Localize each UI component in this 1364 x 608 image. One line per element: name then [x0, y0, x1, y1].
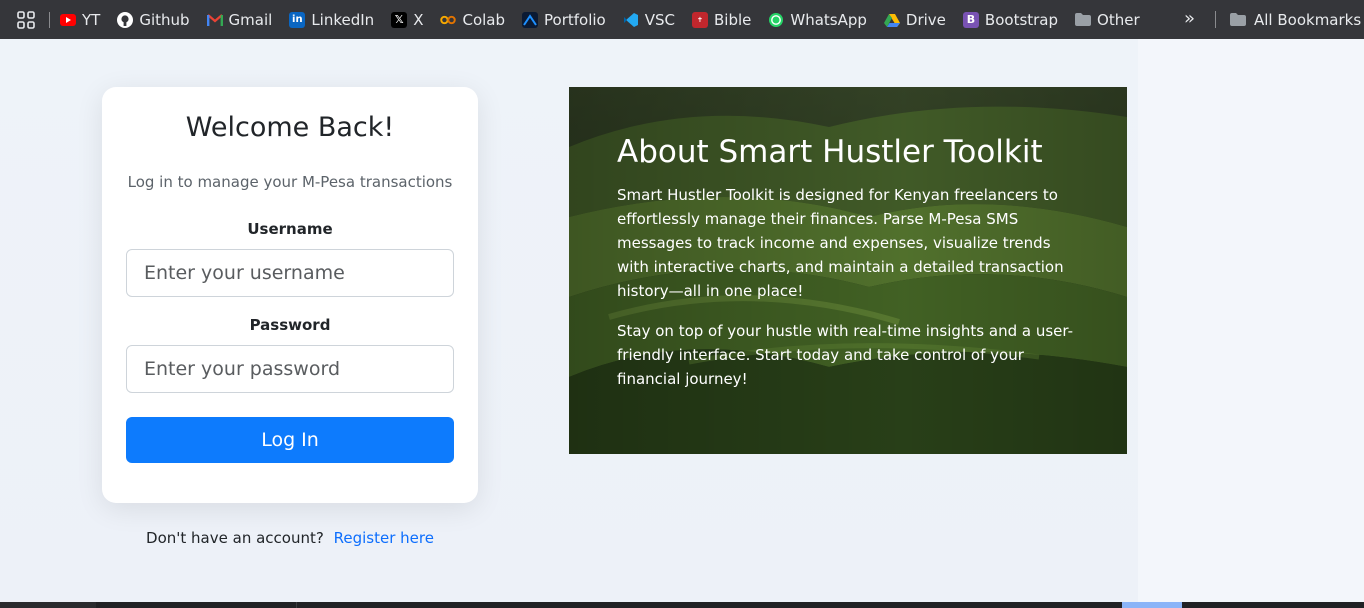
taskbar-segment: [0, 602, 96, 608]
password-label: Password: [249, 316, 331, 334]
login-button[interactable]: Log In: [126, 417, 454, 463]
about-paragraph-1: Smart Hustler Toolkit is designed for Ke…: [617, 185, 1064, 300]
bookmark-label: X: [413, 10, 424, 29]
taskbar-active-indicator: [1122, 602, 1182, 608]
register-row: Don't have an account? Register here: [102, 529, 478, 547]
page-content: Welcome Back! Log in to manage your M-Pe…: [0, 39, 1364, 602]
bookmark-label: Other: [1097, 10, 1140, 29]
folder-icon: [1230, 12, 1246, 28]
bookmark-other-folder[interactable]: Other: [1075, 11, 1140, 29]
login-subtitle: Log in to manage your M-Pesa transaction…: [127, 173, 453, 191]
bookmarks-divider: [1215, 11, 1216, 28]
all-bookmarks-label: All Bookmarks: [1254, 10, 1362, 29]
bookmark-bootstrap[interactable]: B Bootstrap: [962, 10, 1059, 29]
register-link[interactable]: Register here: [334, 529, 434, 547]
bookmark-label: LinkedIn: [311, 10, 375, 29]
bookmark-portfolio[interactable]: Portfolio: [522, 11, 606, 29]
bookmark-linkedin[interactable]: in LinkedIn: [289, 11, 374, 29]
register-prompt: Don't have an account?: [146, 529, 324, 547]
bookmark-drive[interactable]: Drive: [883, 10, 946, 29]
whatsapp-icon: [768, 12, 784, 28]
username-label: Username: [247, 220, 333, 238]
bookmark-label: Bootstrap: [984, 10, 1059, 29]
bookmark-label: YT: [82, 10, 101, 29]
taskbar-segment: [296, 602, 297, 608]
bookmark-bible[interactable]: ✝ Bible: [692, 11, 751, 29]
bookmark-label: Colab: [462, 10, 506, 29]
bookmark-gmail[interactable]: Gmail: [206, 10, 273, 29]
about-paragraph-2: Stay on top of your hustle with real-tim…: [617, 321, 1073, 388]
bookmark-yt[interactable]: YT: [60, 11, 100, 29]
bookmark-label: Gmail: [228, 10, 273, 29]
about-panel: About Smart Hustler Toolkit Smart Hustle…: [569, 87, 1127, 454]
portfolio-icon: [522, 11, 539, 28]
bookmark-label: Bible: [714, 10, 752, 29]
youtube-icon: [60, 12, 76, 28]
about-content: About Smart Hustler Toolkit Smart Hustle…: [617, 134, 1087, 407]
bible-icon: ✝: [692, 11, 708, 28]
bookmark-whatsapp[interactable]: WhatsApp: [768, 11, 867, 29]
gmail-icon: [206, 12, 223, 28]
folder-icon: [1075, 12, 1092, 28]
bookmark-label: Portfolio: [544, 10, 606, 29]
apps-grid-icon[interactable]: [15, 9, 37, 31]
bookmark-github[interactable]: Github: [117, 10, 190, 29]
username-input[interactable]: [126, 249, 454, 297]
bookmarks-overflow-button[interactable]: »: [1184, 8, 1195, 29]
password-input[interactable]: [126, 345, 454, 393]
login-card: Welcome Back! Log in to manage your M-Pe…: [102, 87, 478, 503]
bookmark-x[interactable]: 𝕏 X: [391, 11, 423, 29]
bookmark-colab[interactable]: Colab: [440, 11, 505, 29]
all-bookmarks-button[interactable]: All Bookmarks: [1230, 0, 1361, 39]
bookmark-label: WhatsApp: [790, 10, 867, 29]
login-title: Welcome Back!: [185, 112, 395, 143]
colab-icon: [440, 12, 457, 28]
bookmark-label: Github: [139, 10, 190, 29]
page-margin: [1138, 39, 1364, 602]
vscode-icon: [623, 12, 639, 28]
bookmarks-bar: YT Github Gmail in LinkedIn 𝕏 X Colab Po…: [0, 0, 1364, 39]
bookmark-label: VSC: [644, 10, 675, 29]
about-title: About Smart Hustler Toolkit: [617, 134, 1043, 170]
taskbar-strip: [0, 602, 1364, 608]
x-icon: 𝕏: [391, 11, 408, 28]
github-icon: [117, 11, 134, 28]
bootstrap-icon: B: [962, 11, 979, 28]
linkedin-icon: in: [289, 11, 306, 28]
drive-icon: [883, 12, 900, 28]
bookmark-vsc[interactable]: VSC: [623, 11, 675, 29]
bookmarks-divider: [49, 11, 50, 28]
bookmark-label: Drive: [905, 10, 946, 29]
